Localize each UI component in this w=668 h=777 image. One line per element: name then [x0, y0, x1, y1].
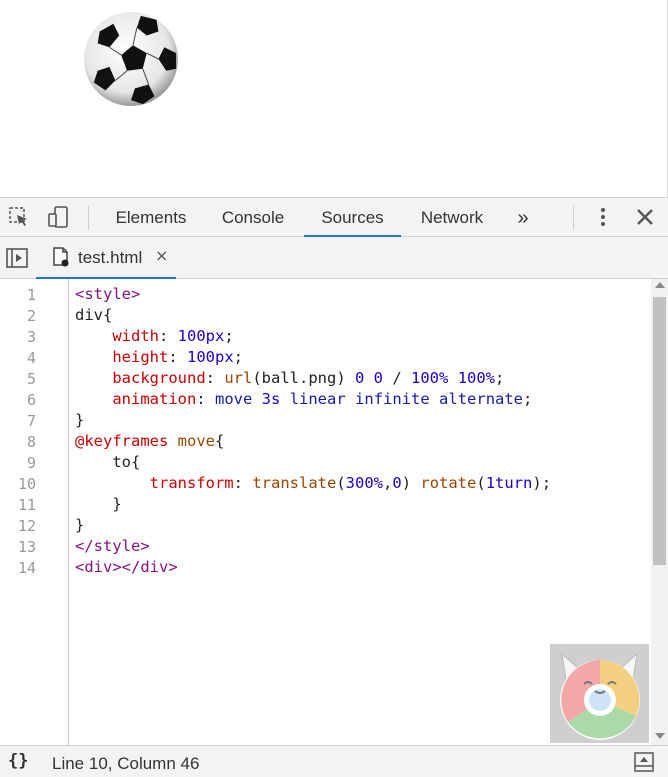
- toolbar-divider: [88, 206, 89, 230]
- cursor-position: Line 10, Column 46: [52, 754, 200, 773]
- code-line[interactable]: }: [75, 516, 84, 534]
- line-number: 1: [26, 286, 36, 304]
- toolbar-divider: [573, 206, 574, 230]
- devtools-toolbar: Elements Console Sources Network »: [0, 197, 668, 237]
- source-file-tabs: test.html ×: [0, 237, 668, 279]
- code-line[interactable]: to{: [75, 453, 140, 471]
- tab-network[interactable]: Network: [406, 198, 498, 236]
- code-line[interactable]: animation: move 3s linear infinite alter…: [75, 390, 532, 408]
- device-toolbar-icon[interactable]: [48, 206, 70, 228]
- line-number: 2: [26, 307, 36, 325]
- inspect-element-icon[interactable]: [8, 206, 30, 228]
- code-line[interactable]: width: 100px;: [75, 327, 233, 345]
- tab-elements[interactable]: Elements: [104, 198, 198, 236]
- cat-mascot-watermark: [550, 644, 649, 743]
- scrollbar-thumb[interactable]: [653, 297, 666, 565]
- close-file-icon[interactable]: ×: [155, 246, 168, 265]
- line-number: 4: [26, 349, 36, 367]
- toggle-navigator-icon[interactable]: [6, 247, 28, 269]
- more-options-icon[interactable]: [592, 206, 614, 228]
- code-line[interactable]: height: 100px;: [75, 348, 243, 366]
- file-tab-test-html[interactable]: test.html ×: [36, 237, 176, 279]
- line-number: 8: [26, 433, 36, 451]
- file-tab-label: test.html: [78, 248, 143, 267]
- code-line[interactable]: }: [75, 411, 84, 429]
- line-number: 11: [17, 496, 36, 514]
- line-number: 3: [26, 328, 36, 346]
- tab-sources[interactable]: Sources: [304, 198, 401, 237]
- code-line[interactable]: }: [75, 495, 121, 513]
- tab-console[interactable]: Console: [208, 198, 298, 236]
- line-number: 7: [26, 412, 36, 430]
- code-line[interactable]: <style>: [75, 285, 140, 303]
- status-bar: {} Line 10, Column 46: [0, 745, 668, 777]
- editor-scrollbar[interactable]: [651, 279, 668, 745]
- line-number: 12: [17, 517, 36, 535]
- pretty-print-button[interactable]: {}: [8, 751, 28, 771]
- line-number: 14: [17, 559, 36, 577]
- code-line[interactable]: @keyframes move{: [75, 432, 224, 450]
- more-tabs-icon[interactable]: »: [508, 198, 538, 236]
- code-line[interactable]: <div></div>: [75, 558, 178, 576]
- code-line[interactable]: </style>: [75, 537, 150, 555]
- file-icon: [53, 247, 69, 267]
- code-editor[interactable]: 1 2 3 4 5 6 7 8 9 10 11 12 13 14 <style>…: [0, 279, 668, 745]
- code-line[interactable]: background: url(ball.png) 0 0 / 100% 100…: [75, 369, 504, 387]
- code-line[interactable]: div{: [75, 306, 112, 324]
- page-preview: [0, 0, 668, 197]
- soccer-ball-image: [83, 11, 179, 107]
- line-number: 6: [26, 391, 36, 409]
- scroll-up-arrow-icon[interactable]: [655, 282, 665, 288]
- line-number: 5: [26, 370, 36, 388]
- line-number-gutter: 1 2 3 4 5 6 7 8 9 10 11 12 13 14: [0, 279, 69, 745]
- toggle-debugger-sidebar-icon[interactable]: [634, 752, 654, 772]
- line-number: 13: [17, 538, 36, 556]
- code-line[interactable]: transform: translate(300%,0) rotate(1tur…: [75, 474, 551, 492]
- line-number: 9: [26, 454, 36, 472]
- scroll-down-arrow-icon[interactable]: [655, 733, 665, 739]
- line-number: 10: [17, 475, 36, 493]
- close-devtools-icon[interactable]: [634, 206, 656, 228]
